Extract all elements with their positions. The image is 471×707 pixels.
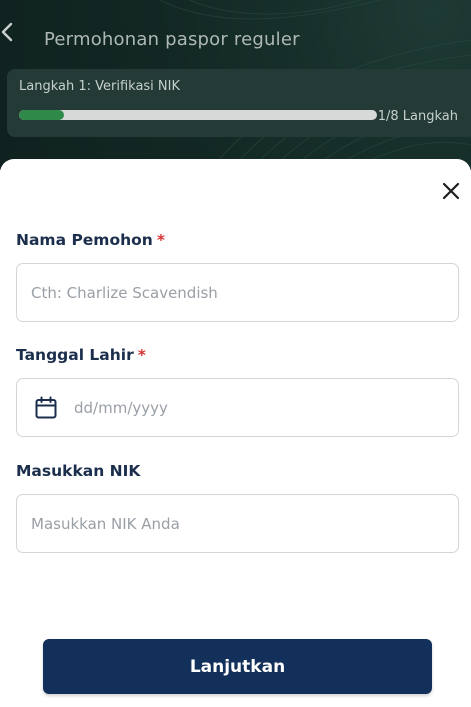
- chevron-left-icon: [1, 22, 13, 42]
- close-icon: [442, 182, 460, 200]
- nik-field[interactable]: [16, 494, 459, 553]
- dob-label: Tanggal Lahir *: [16, 346, 146, 364]
- back-button[interactable]: [1, 22, 46, 56]
- top-bar: Permohonan paspor reguler: [0, 22, 471, 56]
- page-title: Permohonan paspor reguler: [44, 28, 300, 50]
- continue-button[interactable]: Lanjutkan: [43, 639, 432, 694]
- nik-label-text: Masukkan NIK: [16, 462, 141, 480]
- name-label: Nama Pemohon *: [16, 231, 165, 249]
- name-field[interactable]: [16, 263, 459, 322]
- required-mark: *: [137, 346, 146, 364]
- dob-field[interactable]: [16, 378, 459, 437]
- name-label-text: Nama Pemohon: [16, 231, 153, 249]
- dob-input[interactable]: [58, 379, 458, 436]
- screen: Permohonan paspor reguler Langkah 1: Ver…: [0, 0, 471, 707]
- step-progress-card: Langkah 1: Verifikasi NIK 1/8 Langkah: [7, 69, 471, 137]
- name-input[interactable]: [17, 264, 458, 321]
- progress-fill: [19, 110, 64, 120]
- step-count: 1/8 Langkah: [377, 109, 458, 124]
- step-label: Langkah 1: Verifikasi NIK: [19, 79, 181, 94]
- required-mark: *: [156, 231, 165, 249]
- nik-input[interactable]: [17, 495, 458, 552]
- calendar-icon[interactable]: [34, 396, 58, 420]
- dob-label-text: Tanggal Lahir: [16, 346, 134, 364]
- nik-label: Masukkan NIK: [16, 462, 140, 480]
- header-background: Permohonan paspor reguler Langkah 1: Ver…: [0, 0, 471, 170]
- progress-track: [19, 110, 377, 120]
- close-button[interactable]: [438, 178, 464, 204]
